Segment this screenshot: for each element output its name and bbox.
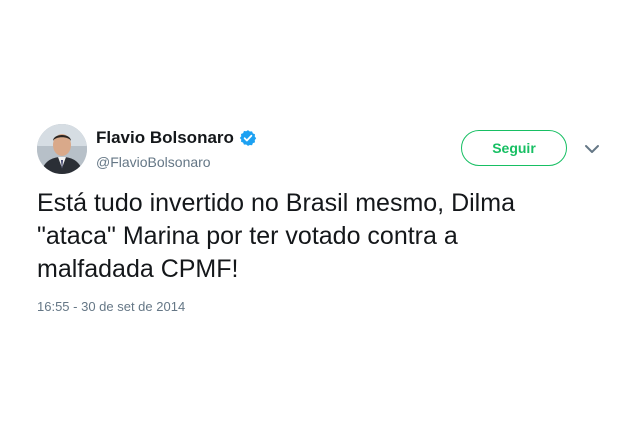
verified-badge-icon: [239, 130, 257, 146]
avatar-image: [37, 124, 87, 174]
author-display-name[interactable]: Flavio Bolsonaro: [96, 128, 234, 148]
tweet-text-line-2: "ataca" Marina por ter votado contra a: [37, 222, 458, 250]
chevron-down-icon[interactable]: [584, 143, 600, 155]
tweet-text: Está tudo invertido no Brasil mesmo, Dil…: [37, 187, 597, 286]
follow-button[interactable]: Seguir: [461, 130, 567, 166]
tweet-text-line-3: malfadada CPMF!: [37, 255, 239, 283]
tweet-card: Flavio Bolsonaro @FlavioBolsonaro Seguir…: [0, 0, 636, 424]
tweet-text-line-1: Está tudo invertido no Brasil mesmo, Dil…: [37, 189, 515, 217]
author-name-row: Flavio Bolsonaro: [96, 128, 257, 148]
avatar[interactable]: [37, 124, 87, 174]
author-handle[interactable]: @FlavioBolsonaro: [96, 153, 211, 171]
tweet-timestamp[interactable]: 16:55 - 30 de set de 2014: [37, 298, 185, 316]
